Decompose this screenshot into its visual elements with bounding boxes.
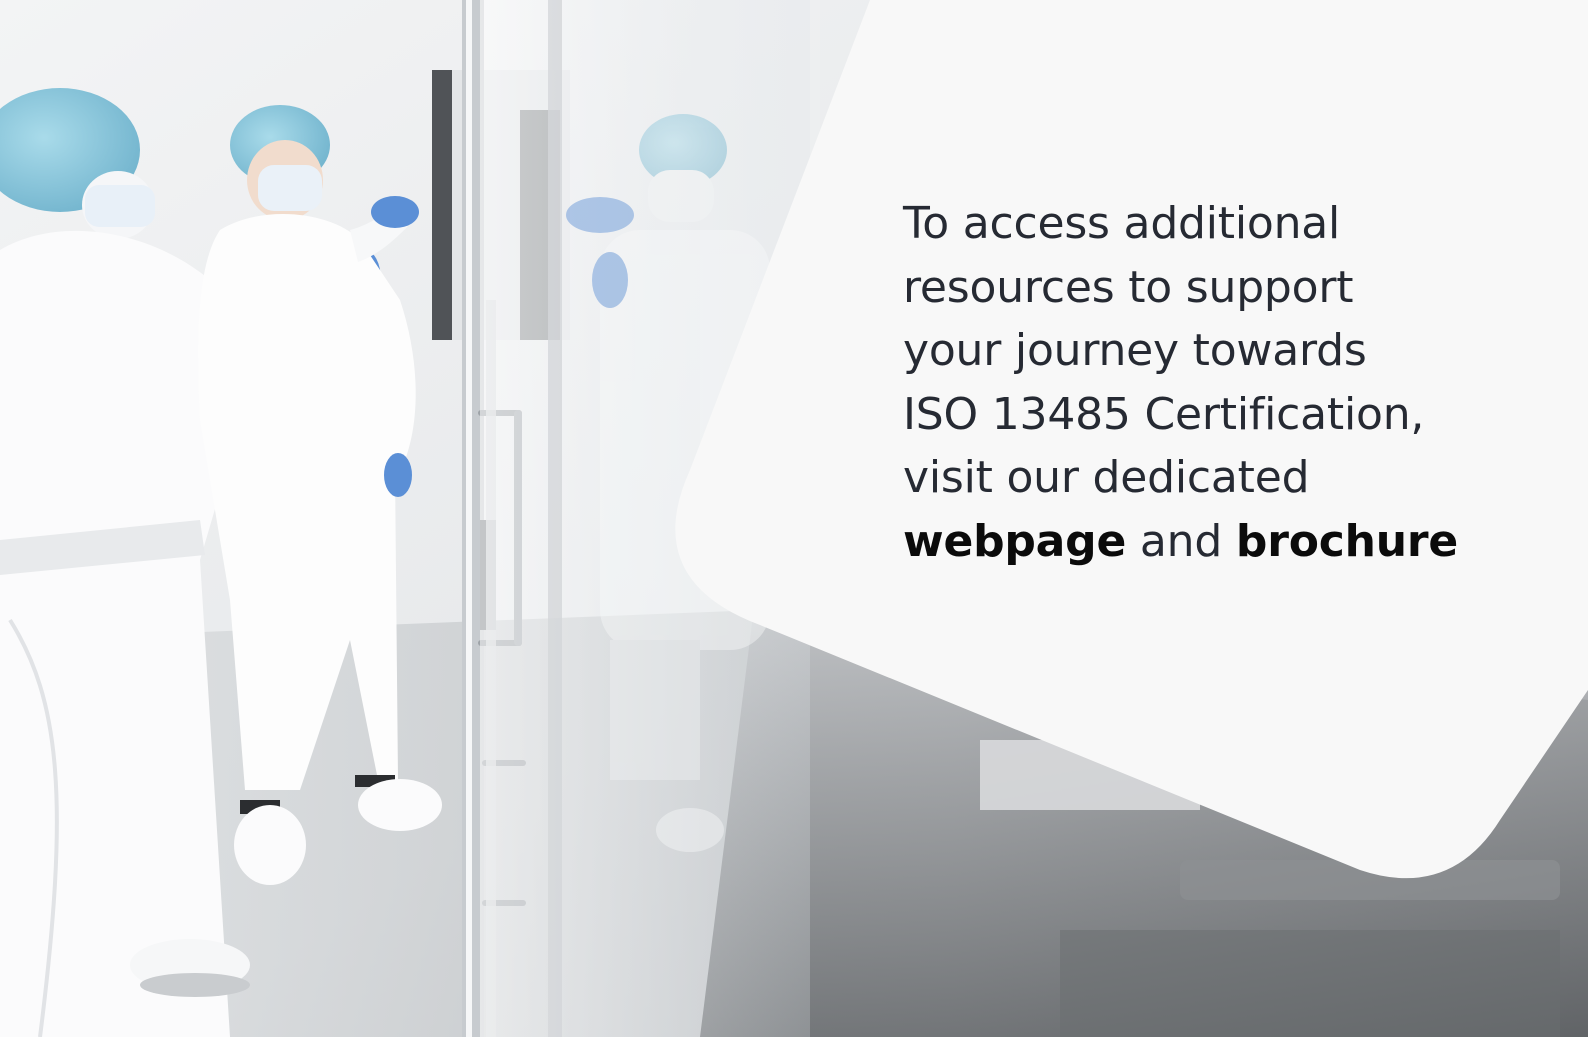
conjunction-text: and bbox=[1139, 515, 1223, 567]
message-line-6: webpage and brochure bbox=[903, 510, 1543, 574]
message-line-2: resources to support bbox=[903, 261, 1354, 313]
resources-message: To access additional resources to suppor… bbox=[903, 192, 1543, 573]
message-line-5: visit our dedicated bbox=[903, 452, 1310, 503]
message-line-4: ISO 13485 Certification, bbox=[903, 388, 1425, 440]
webpage-link[interactable]: webpage bbox=[903, 516, 1126, 567]
message-line-1: To access additional bbox=[903, 198, 1341, 249]
brochure-link[interactable]: brochure bbox=[1236, 516, 1458, 567]
message-line-3: your journey towards bbox=[903, 325, 1367, 376]
